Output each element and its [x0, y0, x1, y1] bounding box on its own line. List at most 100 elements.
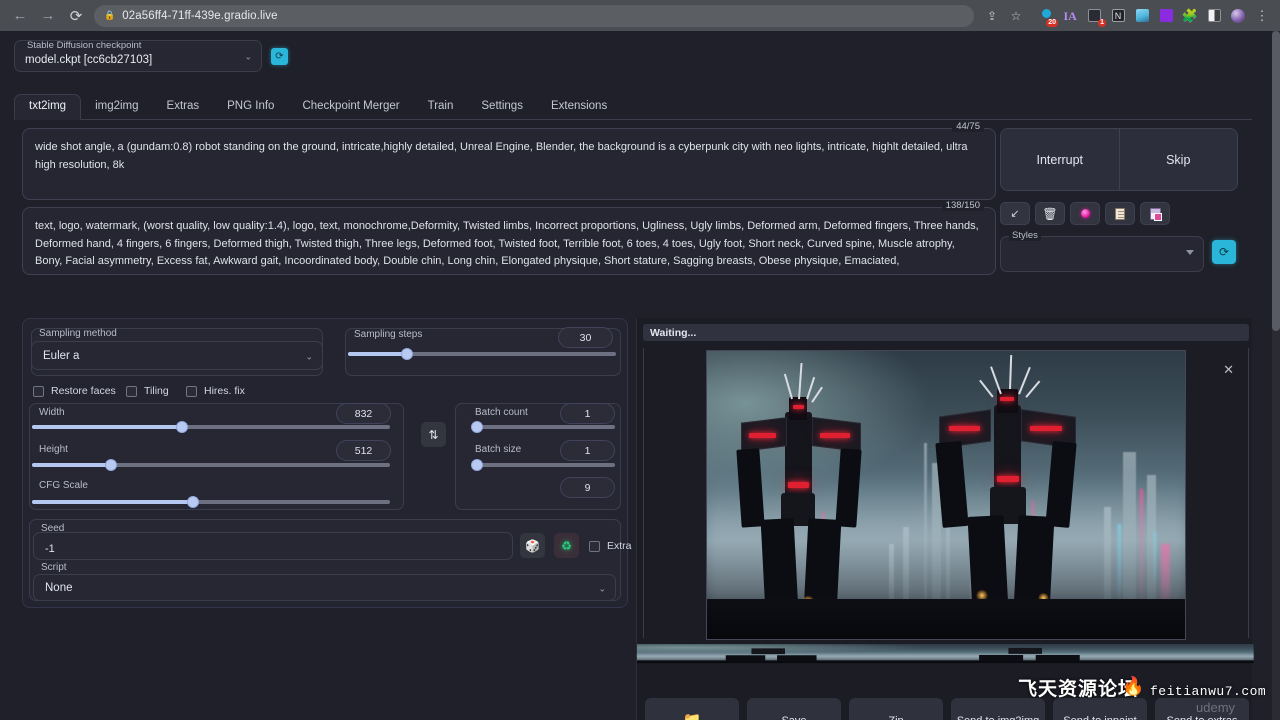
checkbox-box[interactable]: [33, 386, 44, 397]
seed-value: -1: [45, 543, 55, 555]
styles-dropdown[interactable]: Styles: [1000, 236, 1204, 272]
extension-split-button[interactable]: [1202, 4, 1226, 28]
tab-extras[interactable]: Extras: [153, 95, 214, 119]
tab-checkpoint-merger[interactable]: Checkpoint Merger: [288, 95, 413, 119]
extension-video-button[interactable]: 1: [1082, 4, 1106, 28]
styles-row: Styles ⟳: [1000, 236, 1238, 272]
share-button[interactable]: ⇪: [980, 4, 1004, 28]
negative-token-counter: 138/150: [942, 200, 984, 211]
checkpoint-value: model.ckpt [cc6cb27103]: [25, 54, 152, 66]
positive-prompt-input[interactable]: wide shot angle, a (gundam:0.8) robot st…: [22, 128, 996, 200]
batch-size-value[interactable]: 1: [560, 440, 615, 461]
image-thumbnail[interactable]: [929, 644, 961, 663]
batch-size-slider[interactable]: [473, 463, 615, 467]
profile-button[interactable]: [1226, 4, 1250, 28]
save-style-button[interactable]: [1140, 202, 1170, 225]
generation-status: Waiting...: [643, 324, 1249, 341]
image-gallery: ✕: [643, 348, 1249, 638]
zip-button[interactable]: Zip: [849, 698, 943, 720]
puzzle-icon: 🧩: [1182, 8, 1198, 24]
extension-video-badge: 1: [1098, 19, 1106, 27]
batch-count-value[interactable]: 1: [560, 403, 615, 424]
caret-down-icon: [1186, 250, 1194, 255]
main-tabs: txt2img img2img Extras PNG Info Checkpoi…: [14, 91, 1252, 120]
width-value[interactable]: 832: [336, 403, 391, 424]
sampling-method-dropdown[interactable]: Euler a ⌄: [31, 341, 323, 370]
tab-img2img[interactable]: img2img: [81, 95, 152, 119]
send-to-inpaint-button[interactable]: Send to inpaint: [1053, 698, 1147, 720]
checkbox-box[interactable]: [126, 386, 137, 397]
apply-style-button[interactable]: [1105, 202, 1135, 225]
refresh-styles-button[interactable]: ⟳: [1212, 240, 1236, 264]
generated-image[interactable]: [706, 350, 1186, 640]
skip-button[interactable]: Skip: [1119, 129, 1238, 190]
address-bar[interactable]: 🔒 02a56ff4-71ff-439e.gradio.live: [94, 5, 974, 27]
restore-faces-checkbox[interactable]: Restore faces: [33, 385, 116, 397]
height-label: Height: [39, 444, 68, 455]
hires-fix-checkbox[interactable]: Hires. fix: [186, 385, 245, 397]
extension-badge-20-button[interactable]: 20: [1034, 4, 1058, 28]
height-value[interactable]: 512: [336, 440, 391, 461]
refresh-icon: ⟳: [275, 51, 283, 62]
watermark-forum-text: 飞天资源论坛: [1018, 674, 1138, 701]
recycle-icon: ♻: [561, 539, 572, 553]
extensions-menu-button[interactable]: 🧩: [1178, 4, 1202, 28]
positive-token-counter: 44/75: [952, 121, 984, 132]
checkpoint-dropdown[interactable]: Stable Diffusion checkpoint model.ckpt […: [14, 40, 262, 72]
reload-button[interactable]: ⟳: [62, 2, 90, 30]
forward-arrow-icon: →: [41, 7, 56, 24]
lock-icon: 🔒: [104, 10, 115, 21]
sampling-steps-value[interactable]: 30: [558, 327, 613, 348]
reuse-seed-button[interactable]: ♻: [554, 533, 579, 558]
refresh-checkpoints-button[interactable]: ⟳: [271, 48, 288, 65]
checkbox-box[interactable]: [589, 541, 600, 552]
interrupt-button[interactable]: Interrupt: [1001, 129, 1119, 190]
tab-train[interactable]: Train: [414, 95, 468, 119]
open-folder-button[interactable]: 📁: [645, 698, 739, 720]
purple-app-icon: [1160, 9, 1173, 22]
tiling-checkbox[interactable]: Tiling: [126, 385, 169, 397]
paste-icon: [1150, 208, 1161, 220]
negative-prompt-input[interactable]: text, logo, watermark, (worst quality, l…: [22, 207, 996, 275]
bookmark-button[interactable]: ☆: [1004, 4, 1028, 28]
width-slider[interactable]: [32, 425, 390, 429]
browser-toolbar: ← → ⟳ 🔒 02a56ff4-71ff-439e.gradio.live ⇪…: [0, 0, 1280, 31]
send-to-img2img-button[interactable]: Send to img2img: [951, 698, 1045, 720]
tab-txt2img[interactable]: txt2img: [14, 94, 81, 120]
clear-prompt-button[interactable]: 🗑: [1035, 202, 1065, 225]
seed-input[interactable]: -1: [33, 532, 513, 560]
tab-settings[interactable]: Settings: [467, 95, 537, 119]
extension-notion-button[interactable]: N: [1106, 4, 1130, 28]
checkpoint-row: Stable Diffusion checkpoint model.ckpt […: [14, 40, 288, 72]
cfg-scale-value[interactable]: 9: [560, 477, 615, 498]
extension-purple-button[interactable]: [1154, 4, 1178, 28]
sampling-steps-slider[interactable]: [348, 352, 616, 356]
forward-button[interactable]: →: [34, 2, 62, 30]
random-seed-button[interactable]: 🎲: [520, 533, 545, 558]
tab-png-info[interactable]: PNG Info: [213, 95, 288, 119]
cfg-scale-slider[interactable]: [32, 500, 390, 504]
back-arrow-icon: ←: [13, 7, 28, 24]
extra-seed-checkbox[interactable]: Extra: [589, 540, 632, 552]
browser-menu-button[interactable]: ⋮: [1250, 4, 1274, 28]
close-image-button[interactable]: ✕: [1223, 362, 1234, 378]
back-button[interactable]: ←: [6, 2, 34, 30]
flame-icon: 🔥: [1122, 676, 1144, 697]
extra-networks-button[interactable]: [1070, 202, 1100, 225]
restore-progress-button[interactable]: ↙: [1000, 202, 1030, 225]
tab-extensions[interactable]: Extensions: [537, 95, 621, 119]
sampling-method-value: Euler a: [43, 350, 79, 362]
script-dropdown[interactable]: None ⌄: [33, 574, 616, 601]
script-value: None: [45, 582, 73, 594]
height-slider[interactable]: [32, 463, 390, 467]
scrollbar-thumb[interactable]: [1272, 31, 1280, 331]
page-scrollbar[interactable]: [1272, 31, 1280, 720]
chevron-down-icon: ⌄: [598, 583, 606, 594]
extension-ia-button[interactable]: IA: [1058, 4, 1082, 28]
checkpoint-label: Stable Diffusion checkpoint: [24, 40, 144, 51]
batch-count-slider[interactable]: [473, 425, 615, 429]
swap-dimensions-button[interactable]: ⇅: [421, 422, 446, 447]
save-button[interactable]: Save: [747, 698, 841, 720]
extension-picture-button[interactable]: [1130, 4, 1154, 28]
checkbox-box[interactable]: [186, 386, 197, 397]
